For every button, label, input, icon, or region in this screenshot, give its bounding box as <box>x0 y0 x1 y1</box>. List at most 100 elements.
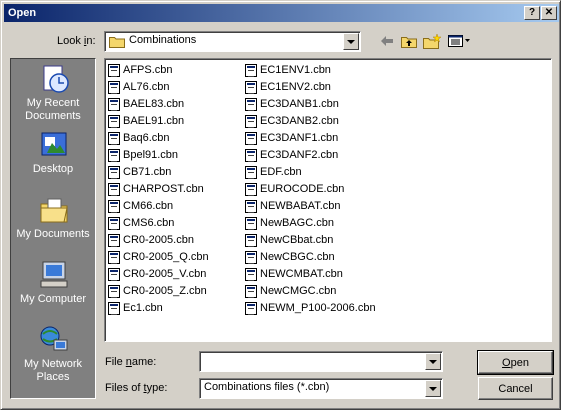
recent-documents-icon <box>43 65 69 93</box>
cbn-file-icon <box>108 131 120 145</box>
cbn-file-icon <box>108 267 120 281</box>
file-name-text: CR0-2005_Q.cbn <box>123 251 209 263</box>
cbn-file-icon <box>108 216 120 230</box>
place-label: My Computer <box>19 293 87 305</box>
file-name-combo[interactable] <box>199 351 443 372</box>
close-button[interactable]: ✕ <box>541 6 557 20</box>
file-item[interactable]: NewCMGC.cbn <box>245 283 336 299</box>
file-item[interactable]: EC3DANF2.cbn <box>245 147 338 163</box>
file-name-text: EC3DANF1.cbn <box>260 132 339 144</box>
help-button[interactable]: ? <box>524 6 540 20</box>
file-name-text: CB71.cbn <box>123 166 172 178</box>
file-name-text: CHARPOST.cbn <box>123 183 204 195</box>
file-item[interactable]: CB71.cbn <box>108 164 171 180</box>
file-list[interactable]: AFPS.cbn AL76.cbn BAEL83.cbn BAEL91.cbn Baq6… <box>104 58 552 342</box>
file-name-text: EC3DANB1.cbn <box>260 98 339 110</box>
look-in-dropdown-button[interactable] <box>343 33 359 50</box>
file-name-text: NEWM_P100-2006.cbn <box>260 302 376 314</box>
cbn-file-icon <box>245 80 257 94</box>
chevron-down-icon <box>429 359 437 364</box>
file-item[interactable]: Ec1.cbn <box>108 300 163 316</box>
file-name-text: EC3DANF2.cbn <box>260 149 339 161</box>
file-item[interactable]: EC3DANF1.cbn <box>245 130 338 146</box>
file-name-text: Bpel91.cbn <box>123 149 179 161</box>
file-item[interactable]: BAEL91.cbn <box>108 113 184 129</box>
cancel-button[interactable]: Cancel <box>478 377 553 400</box>
file-item[interactable]: CR0-2005_Z.cbn <box>108 283 207 299</box>
cbn-file-icon <box>245 267 257 281</box>
views-menu-button[interactable] <box>447 31 473 51</box>
cbn-file-icon <box>245 97 257 111</box>
place-my-network-places[interactable]: My Network Places <box>11 324 95 386</box>
open-button[interactable]: Open <box>477 350 554 375</box>
file-item[interactable]: BAEL83.cbn <box>108 96 184 112</box>
look-in-label: Look in: <box>57 35 96 47</box>
file-item[interactable]: EC1ENV1.cbn <box>245 62 331 78</box>
file-item[interactable]: Baq6.cbn <box>108 130 169 146</box>
file-item[interactable]: EC3DANB2.cbn <box>245 113 339 129</box>
new-folder-icon <box>423 33 441 49</box>
file-item[interactable]: CM66.cbn <box>108 198 173 214</box>
up-folder-button[interactable] <box>399 31 419 51</box>
file-item[interactable]: EDF.cbn <box>245 164 302 180</box>
file-item[interactable]: CMS6.cbn <box>108 215 174 231</box>
file-item[interactable]: CR0-2005_Q.cbn <box>108 249 209 265</box>
file-item[interactable]: CR0-2005_V.cbn <box>108 266 206 282</box>
file-item[interactable]: AFPS.cbn <box>108 62 173 78</box>
new-folder-button[interactable] <box>422 31 442 51</box>
file-name-label: File name: <box>105 356 157 368</box>
chevron-down-icon <box>429 386 437 391</box>
cbn-file-icon <box>245 250 257 264</box>
file-item[interactable]: Bpel91.cbn <box>108 147 178 163</box>
cbn-file-icon <box>245 182 257 196</box>
file-item[interactable]: EC3DANB1.cbn <box>245 96 339 112</box>
chevron-down-icon <box>347 39 355 44</box>
file-name-text: EUROCODE.cbn <box>260 183 345 195</box>
file-item[interactable]: CR0-2005.cbn <box>108 232 194 248</box>
cbn-file-icon <box>245 131 257 145</box>
file-name-dropdown-button[interactable] <box>425 353 441 370</box>
up-folder-icon <box>401 37 417 48</box>
places-bar: My RecentDocuments Desktop My Documents <box>10 58 96 399</box>
folder-icon <box>109 37 125 48</box>
cbn-file-icon <box>108 63 120 77</box>
place-label: Desktop <box>32 163 74 175</box>
place-my-computer[interactable]: My Computer <box>11 259 95 321</box>
place-label: My Recent Documents <box>25 97 81 122</box>
file-item[interactable]: NEWM_P100-2006.cbn <box>245 300 376 316</box>
cbn-file-icon <box>245 284 257 298</box>
place-my-documents[interactable]: My Documents <box>11 194 95 256</box>
cbn-file-icon <box>108 301 120 315</box>
cbn-file-icon <box>245 301 257 315</box>
place-label: My Documents <box>16 228 90 240</box>
cbn-file-icon <box>245 199 257 213</box>
file-item[interactable]: NewCBbat.cbn <box>245 232 333 248</box>
file-name-text: NEWBABAT.cbn <box>260 200 341 212</box>
files-of-type-combo[interactable]: Combinations files (*.cbn) <box>199 378 443 399</box>
file-item[interactable]: NewCBGC.cbn <box>245 249 335 265</box>
file-item[interactable]: NEWBABAT.cbn <box>245 198 341 214</box>
file-item[interactable]: EC1ENV2.cbn <box>245 79 331 95</box>
file-name-text: CMS6.cbn <box>123 217 175 229</box>
files-of-type-dropdown-button[interactable] <box>425 380 441 397</box>
desktop-icon <box>41 132 67 156</box>
network-places-icon <box>40 326 68 351</box>
file-name-text: BAEL91.cbn <box>123 115 185 127</box>
back-arrow-icon <box>381 36 393 46</box>
back-button[interactable] <box>377 31 397 51</box>
place-desktop[interactable]: Desktop <box>11 129 95 191</box>
file-item[interactable]: AL76.cbn <box>108 79 169 95</box>
place-my-recent-documents[interactable]: My Recent Documents <box>11 63 95 125</box>
file-name-text: NewCBGC.cbn <box>260 251 335 263</box>
look-in-combo[interactable]: Combinations <box>104 31 361 52</box>
file-item[interactable]: NewBAGC.cbn <box>245 215 334 231</box>
file-item[interactable]: EUROCODE.cbn <box>245 181 344 197</box>
cbn-file-icon <box>245 233 257 247</box>
cbn-file-icon <box>108 114 120 128</box>
file-item[interactable]: NEWCMBAT.cbn <box>245 266 343 282</box>
file-name-text: EDF.cbn <box>260 166 302 178</box>
file-name-text: NewBAGC.cbn <box>260 217 334 229</box>
my-documents-icon <box>40 198 68 223</box>
file-item[interactable]: CHARPOST.cbn <box>108 181 204 197</box>
cbn-file-icon <box>245 63 257 77</box>
